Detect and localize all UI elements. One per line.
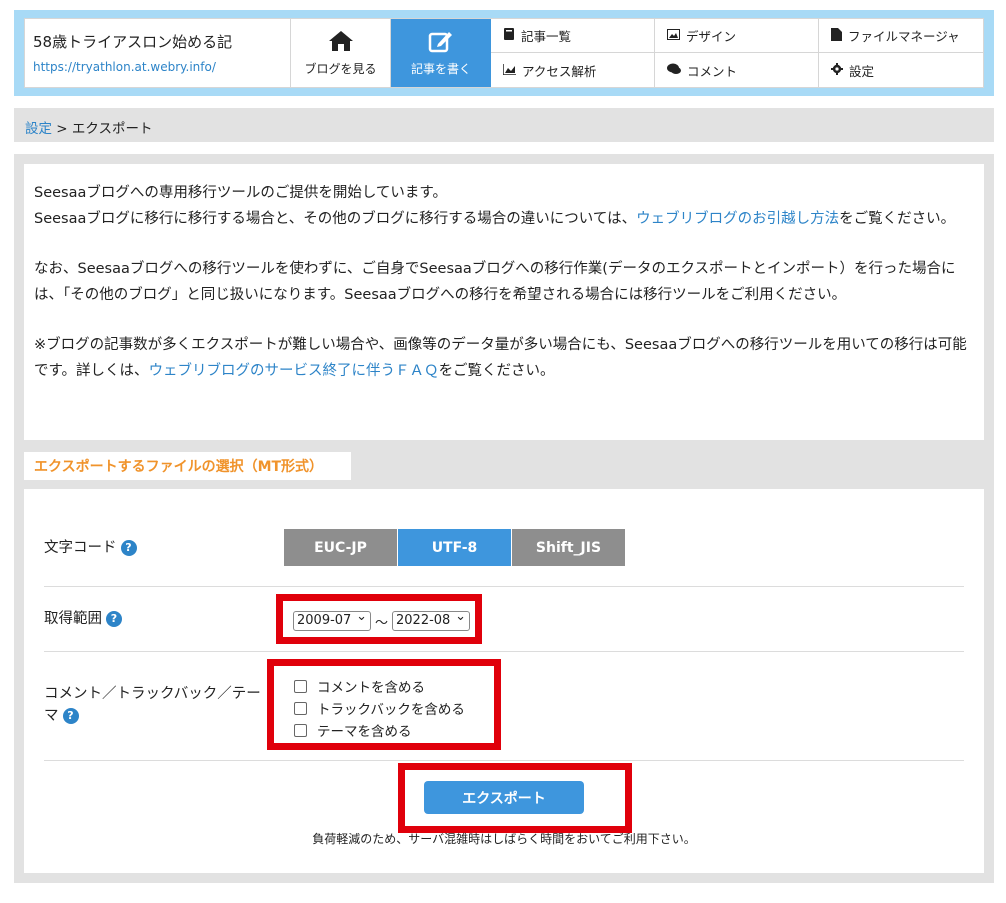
options-label: コメント／トラックバック／テー マ? [44,683,261,727]
breadcrumb: 設定 > エクスポート [14,108,994,142]
breadcrumb-current: エクスポート [71,121,153,137]
section-title: エクスポートするファイルの選択（MT形式） [24,452,351,480]
encoding-option-utf-8[interactable]: UTF-8 [398,529,512,566]
range-to-select[interactable]: 2022-08 [392,609,471,631]
gear-icon [831,62,843,78]
chart-icon [502,63,516,78]
checkbox-box[interactable] [294,723,307,737]
include-comments-checkbox[interactable]: コメントを含める [294,675,465,697]
main-panel: Seesaaブログへの専用移行ツールのご提供を開始しています。 Seesaaブロ… [14,154,994,883]
encoding-selector: EUC-JP UTF-8 Shift_JIS [284,529,626,566]
menu-item-label: 設定 [849,63,875,79]
notice-paragraph-1: Seesaaブログへの専用移行ツールのご提供を開始しています。 Seesaaブロ… [34,180,974,232]
menu-item-label: デザイン [686,29,737,44]
range-highlight-box: 2009-07 〜 2022-08 [276,594,482,644]
header-menu: 記事一覧 デザイン ファイルマネージャ アクセス解析 コメント 設定 [491,19,983,87]
view-blog-button[interactable]: ブログを見る [291,19,391,87]
help-icon[interactable]: ? [120,540,137,556]
menu-item-label: コメント [687,63,738,79]
help-icon[interactable]: ? [106,611,122,627]
view-blog-label: ブログを見る [304,62,377,76]
range-label: 取得範囲? [44,608,122,630]
options-label-text: マ [44,708,59,724]
checkbox-label: テーマを含める [317,724,412,740]
write-post-button[interactable]: 記事を書く [391,19,491,87]
menu-item-label: 記事一覧 [521,29,572,44]
breadcrumb-settings-link[interactable]: 設定 [25,121,52,137]
notice-paragraph-2: なお、Seesaaブログへの移行ツールを使わずに、ご自身でSeesaaブログへの… [34,261,956,303]
menu-item-analytics[interactable]: アクセス解析 [491,53,655,87]
encoding-label: 文字コード? [44,537,137,559]
options-highlight-box: コメントを含める トラックバックを含める テーマを含める [267,659,501,750]
encoding-label-text: 文字コード [44,540,117,556]
include-trackbacks-checkbox[interactable]: トラックバックを含める [294,697,465,719]
migration-notice: Seesaaブログへの専用移行ツールのご提供を開始しています。 Seesaaブロ… [24,164,984,440]
export-form: 文字コード? EUC-JP UTF-8 Shift_JIS 取得範囲? 2009… [24,489,984,873]
blog-title[interactable]: 58歳トライアスロン始める記 [33,31,290,52]
options-row: コメント／トラックバック／テー マ? [44,652,964,761]
write-post-label: 記事を書く [410,62,471,76]
checkbox-box[interactable] [294,679,307,693]
image-icon [667,28,680,43]
notice-text: Seesaaブログへの専用移行ツールのご提供を開始しています。 [34,185,447,201]
checkbox-box[interactable] [294,701,307,715]
menu-item-comments[interactable]: コメント [655,53,819,87]
breadcrumb-separator: > [52,121,72,137]
include-themes-checkbox[interactable]: テーマを含める [294,719,465,741]
encoding-option-shift-jis[interactable]: Shift_JIS [512,529,626,566]
checkbox-label: トラックバックを含める [317,702,465,718]
blog-url-link[interactable]: https://tryathlon.at.webry.info/ [33,60,290,74]
home-icon [327,29,355,56]
menu-item-posts[interactable]: 記事一覧 [491,19,655,53]
notice-text: をご覧ください。 [839,211,956,227]
header-bar: 58歳トライアスロン始める記 https://tryathlon.at.webr… [24,18,984,88]
brand: 58歳トライアスロン始める記 https://tryathlon.at.webr… [25,19,291,87]
range-from-select[interactable]: 2009-07 [293,609,371,631]
edit-icon [427,29,455,56]
file-icon [831,27,842,44]
notice-text: Seesaaブログに移行に移行する場合と、その他のブログに移行する場合の違いにつ… [34,211,637,227]
menu-item-file-manager[interactable]: ファイルマネージャ [819,19,983,53]
range-separator: 〜 [375,615,389,631]
comments-icon [667,63,681,78]
menu-item-label: ファイルマネージャ [848,29,960,44]
book-icon [503,28,515,43]
options-label-text: コメント／トラックバック／テー [44,686,261,702]
help-icon[interactable]: ? [62,708,79,724]
menu-item-label: アクセス解析 [522,63,597,79]
faq-link[interactable]: ウェブリブログのサービス終了に伴うＦＡＱ [149,363,439,379]
checkbox-label: コメントを含める [317,680,425,696]
range-label-text: 取得範囲 [44,611,102,627]
notice-text: をご覧ください。 [438,363,555,379]
moving-guide-link[interactable]: ウェブリブログのお引越し方法 [636,211,839,227]
header: 58歳トライアスロン始める記 https://tryathlon.at.webr… [14,10,994,96]
menu-item-settings[interactable]: 設定 [819,53,983,87]
encoding-option-euc-jp[interactable]: EUC-JP [284,529,398,566]
export-button[interactable]: エクスポート [424,781,584,814]
export-note: 負荷軽減のため、サーバ混雑時はしばらく時間をおいてご利用下さい。 [312,832,696,846]
range-row: 取得範囲? [44,587,964,652]
notice-paragraph-3: ※ブログの記事数が多くエクスポートが難しい場合や、画像等のデータ量が多い場合にも… [34,332,974,384]
encoding-row: 文字コード? EUC-JP UTF-8 Shift_JIS [44,489,964,587]
menu-item-design[interactable]: デザイン [655,19,819,53]
